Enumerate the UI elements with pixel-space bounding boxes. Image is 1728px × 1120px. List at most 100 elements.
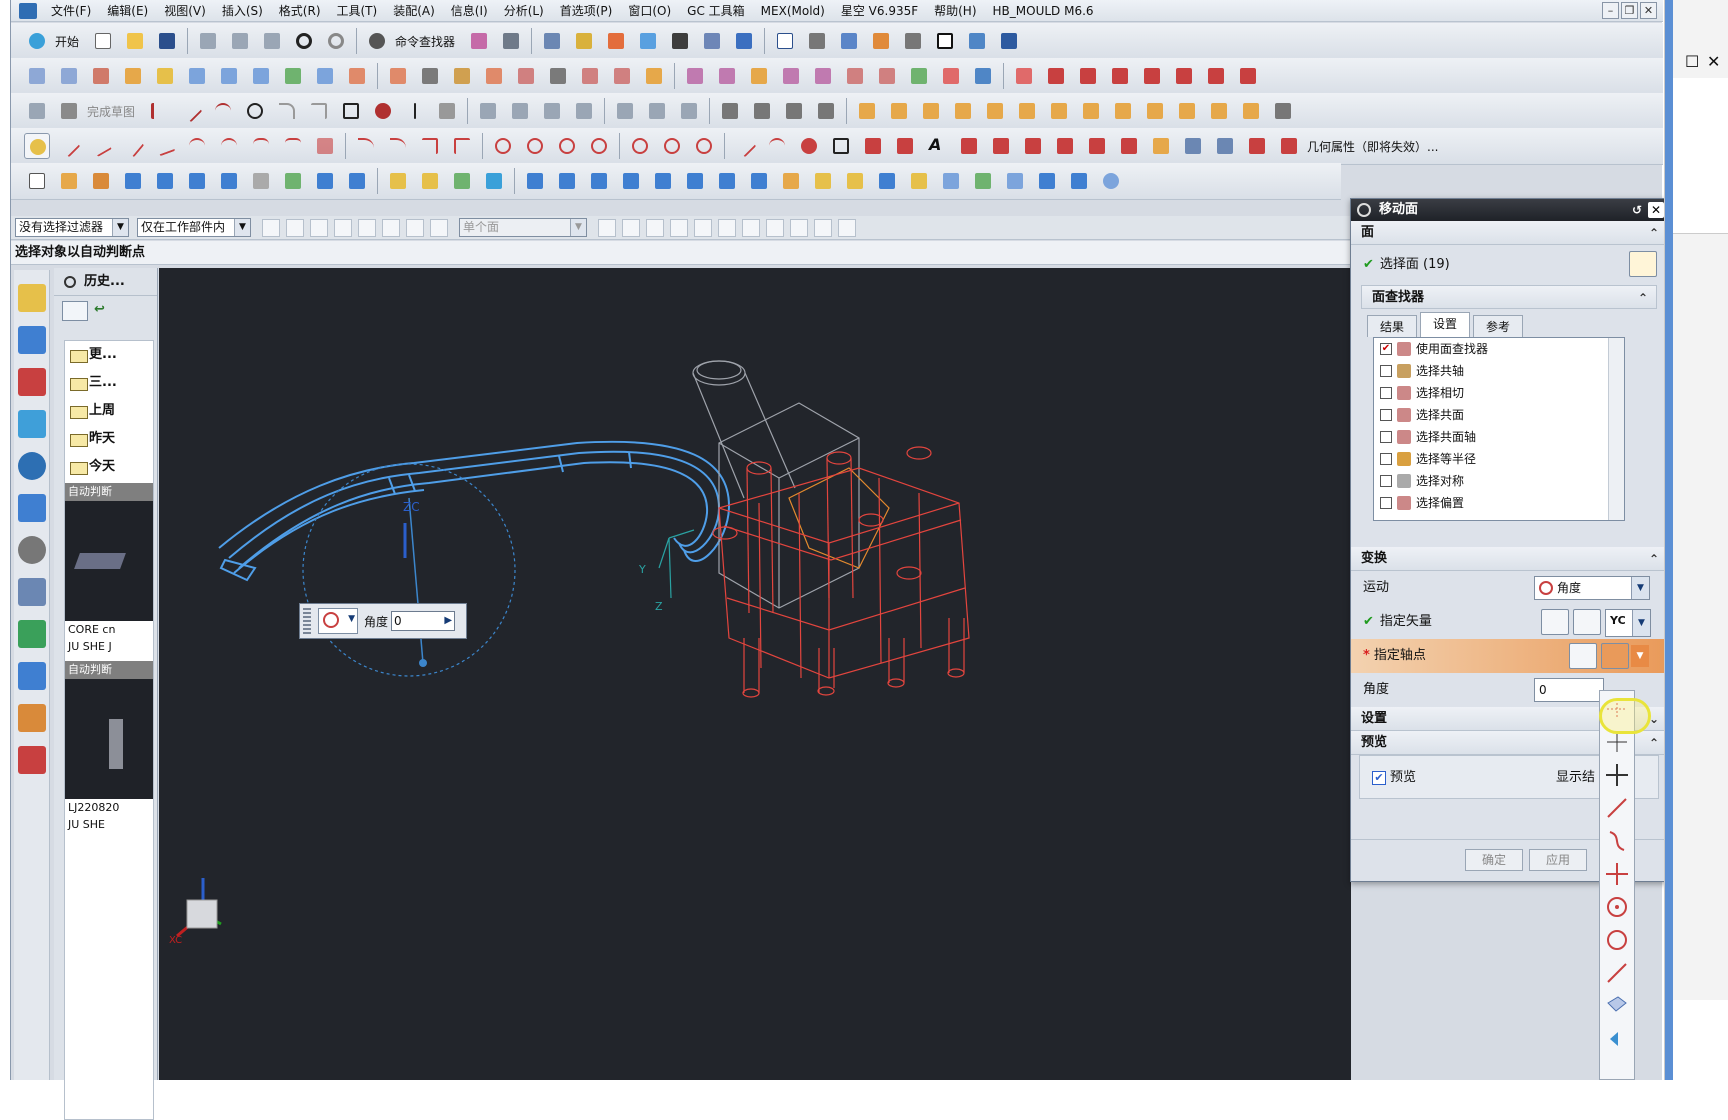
point-on-face-icon[interactable] [1602, 991, 1632, 1021]
command-finder-icon[interactable] [364, 28, 390, 54]
arc-center-icon[interactable] [659, 133, 685, 159]
line-segment-icon[interactable] [56, 133, 82, 159]
unused-parts-icon[interactable] [810, 168, 836, 194]
emboss-icon[interactable] [938, 63, 964, 89]
offset-icon[interactable] [417, 63, 443, 89]
select-body-icon[interactable] [334, 218, 352, 237]
back-arrow-icon[interactable]: ↩ [94, 301, 114, 321]
info-icon[interactable] [18, 452, 46, 480]
select-feature-icon[interactable] [310, 218, 328, 237]
system-scenes-icon[interactable] [18, 746, 46, 774]
bom-icon[interactable] [682, 168, 708, 194]
transform-icon[interactable] [635, 28, 661, 54]
sweep-icon[interactable] [152, 63, 178, 89]
cone-block-icon[interactable] [1066, 168, 1092, 194]
project-curve-icon[interactable] [778, 63, 804, 89]
bridge-icon[interactable] [513, 63, 539, 89]
arc-tangent-icon[interactable] [216, 133, 242, 159]
boss-icon[interactable] [1014, 98, 1040, 124]
finish-sketch-icon[interactable] [56, 98, 82, 124]
start-icon[interactable] [24, 28, 50, 54]
menu-tools[interactable]: 工具(T) [329, 2, 386, 19]
split-body-icon[interactable] [970, 63, 996, 89]
draft-icon[interactable] [609, 63, 635, 89]
mold-init-icon[interactable] [88, 168, 114, 194]
select-face-icon[interactable] [1629, 251, 1657, 277]
wrap-icon[interactable] [842, 63, 868, 89]
wcs-icon[interactable] [603, 28, 629, 54]
measure-icon[interactable] [667, 28, 693, 54]
menu-xingkong[interactable]: 星空 V6.935F [833, 2, 926, 19]
list-item-coplanar-axis[interactable]: 选择共面轴 [1374, 426, 1624, 448]
face-rule-dropdown[interactable]: 单个面 ▼ [459, 218, 587, 237]
roles-icon[interactable] [18, 704, 46, 732]
window-layout-icon[interactable] [932, 28, 958, 54]
gate-icon[interactable] [481, 168, 507, 194]
menu-mex-mold[interactable]: MEX(Mold) [753, 4, 833, 18]
tab-results[interactable]: 结果 [1367, 315, 1418, 337]
list-item-coaxial[interactable]: 选择共轴 [1374, 360, 1624, 382]
quadrant-point-icon[interactable] [1602, 925, 1632, 955]
snap-endpoint-icon[interactable] [622, 218, 640, 237]
reset-icon[interactable]: ↺ [1629, 202, 1645, 218]
parting-icon[interactable] [280, 168, 306, 194]
background-icon[interactable] [900, 28, 926, 54]
reference-set-icon[interactable] [996, 28, 1022, 54]
ok-button[interactable]: 确定 [1465, 849, 1523, 871]
layer-icon[interactable] [539, 28, 565, 54]
menu-help[interactable]: 帮助(H) [926, 2, 984, 19]
history-thumb-2[interactable]: 自动判断 LJ220820 JU SHE [65, 661, 153, 833]
rectangle-method-icon[interactable] [382, 218, 400, 237]
dimension-icon[interactable] [571, 98, 597, 124]
groove-icon[interactable] [1142, 98, 1168, 124]
snap-settings-icon[interactable] [838, 218, 856, 237]
shape-icon[interactable] [56, 63, 82, 89]
standard-part-icon[interactable] [344, 168, 370, 194]
workpiece-icon[interactable] [184, 168, 210, 194]
control-point-icon[interactable] [1602, 826, 1632, 856]
pattern-icon[interactable] [717, 98, 743, 124]
vector-type-dropdown[interactable]: YC ▼ [1605, 609, 1651, 637]
show-constraints-icon[interactable] [676, 98, 702, 124]
cylinder-icon[interactable] [886, 98, 912, 124]
sketch-icon[interactable] [24, 98, 50, 124]
cooling-icon[interactable] [554, 168, 580, 194]
ruler-icon[interactable] [731, 28, 757, 54]
apply-button[interactable]: 应用 [1529, 849, 1587, 871]
line-tangent-icon[interactable] [152, 133, 178, 159]
angle-input[interactable]: 0 [1534, 678, 1604, 702]
process-studio-icon[interactable] [18, 620, 46, 648]
circle-radius-icon[interactable] [586, 133, 612, 159]
quick-trim-icon[interactable] [475, 98, 501, 124]
face-color-icon[interactable] [906, 168, 932, 194]
blend-icon[interactable] [449, 63, 475, 89]
constraint-icon[interactable] [612, 98, 638, 124]
section-curve-icon[interactable] [1020, 133, 1046, 159]
parabola-icon[interactable] [691, 133, 717, 159]
point-type-icon[interactable] [1601, 643, 1629, 669]
sew-icon[interactable] [545, 63, 571, 89]
history-group-yesterday[interactable]: 昨天 [65, 425, 153, 453]
arc-center-point-icon[interactable] [1602, 892, 1632, 922]
list-item-tangent[interactable]: 选择相切 [1374, 382, 1624, 404]
list-item-use-finder[interactable]: ✔ 使用面查找器 [1374, 338, 1624, 360]
fillet-curve-icon[interactable] [353, 133, 379, 159]
list-item-symmetric[interactable]: 选择对称 [1374, 470, 1624, 492]
view-manager-icon[interactable] [746, 168, 772, 194]
divide-curve-icon[interactable] [1107, 63, 1133, 89]
circle-icon[interactable] [242, 98, 268, 124]
projection-icon[interactable] [1180, 133, 1206, 159]
trim-tool-icon[interactable] [618, 168, 644, 194]
new-sheet-icon[interactable] [24, 168, 50, 194]
end-point-icon[interactable] [1602, 793, 1632, 823]
offset-curve-icon[interactable] [434, 98, 460, 124]
check-icon[interactable] [1002, 168, 1028, 194]
pan-hand-icon[interactable] [24, 133, 50, 159]
polygon-icon[interactable] [370, 98, 396, 124]
system-materials-icon[interactable] [18, 578, 46, 606]
mesh-icon[interactable] [88, 63, 114, 89]
drawing-icon[interactable] [714, 168, 740, 194]
preview-checkbox[interactable]: ✔ [1372, 770, 1386, 785]
point-dialog-icon[interactable] [1569, 643, 1597, 669]
reverse-direction-icon[interactable] [1541, 609, 1569, 635]
